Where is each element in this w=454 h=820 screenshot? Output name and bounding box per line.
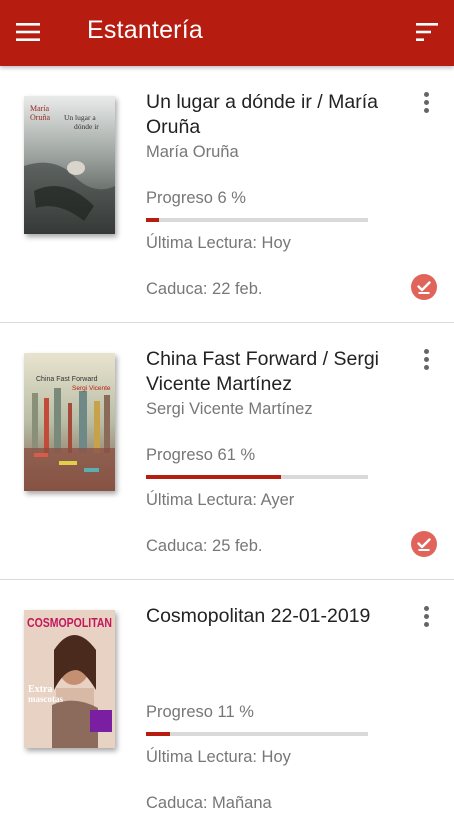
expires-label: Caduca: 25 feb.: [146, 537, 263, 555]
book-item[interactable]: María Oruña Un lugar a dónde ir Un lugar…: [0, 66, 454, 323]
app-bar: Estantería: [0, 0, 454, 66]
more-options-icon[interactable]: [420, 349, 432, 375]
progress-bar: [146, 218, 368, 222]
expires-label: Caduca: Mañana: [146, 794, 272, 812]
sort-icon[interactable]: [412, 19, 442, 45]
progress-label: Progreso 11 %: [146, 703, 254, 721]
cover-masthead: COSMOPOLITAN: [27, 615, 112, 630]
book-cover[interactable]: María Oruña Un lugar a dónde ir: [24, 96, 115, 234]
cover-title-2: dónde ir: [74, 122, 99, 131]
book-title[interactable]: Cosmopolitan 22-01-2019: [146, 604, 386, 629]
progress-fill: [146, 475, 282, 479]
page-title: Estantería: [87, 16, 203, 44]
cover-author: Sergi Vicente: [72, 385, 111, 392]
cover-author: María: [30, 104, 50, 113]
cover-headline-2: mascotas: [28, 694, 63, 704]
cover-title: Un lugar a: [64, 113, 96, 122]
bookshelf-list: María Oruña Un lugar a dónde ir Un lugar…: [0, 66, 454, 820]
more-options-icon[interactable]: [420, 92, 432, 118]
book-cover[interactable]: China Fast Forward Sergi Vicente: [24, 353, 115, 491]
last-read-label: Última Lectura: Ayer: [146, 491, 295, 509]
expires-label: Caduca: 22 feb.: [146, 280, 263, 298]
cover-author-surname: Oruña: [30, 113, 50, 122]
progress-label: Progreso 6 %: [146, 189, 246, 207]
hamburger-menu-icon[interactable]: [14, 19, 42, 45]
book-item[interactable]: COSMOPOLITAN Extra mascotas Cosmopolitan…: [0, 580, 454, 820]
progress-label: Progreso 61 %: [146, 446, 256, 464]
progress-bar: [146, 732, 368, 736]
book-title[interactable]: China Fast Forward / Sergi Vicente Martí…: [146, 347, 386, 397]
cover-title: China Fast Forward: [36, 376, 98, 383]
book-author: Sergi Vicente Martínez: [146, 400, 313, 418]
book-item[interactable]: China Fast Forward Sergi Vicente China F…: [0, 323, 454, 580]
progress-fill: [146, 732, 171, 736]
book-cover[interactable]: COSMOPOLITAN Extra mascotas: [24, 610, 115, 748]
last-read-label: Última Lectura: Hoy: [146, 748, 291, 766]
progress-bar: [146, 475, 368, 479]
more-options-icon[interactable]: [420, 606, 432, 632]
progress-fill: [146, 218, 160, 222]
book-title[interactable]: Un lugar a dónde ir / María Oruña: [146, 90, 386, 140]
downloaded-check-icon[interactable]: [411, 531, 437, 557]
downloaded-check-icon[interactable]: [411, 274, 437, 300]
last-read-label: Última Lectura: Hoy: [146, 234, 291, 252]
book-author: María Oruña: [146, 143, 239, 161]
